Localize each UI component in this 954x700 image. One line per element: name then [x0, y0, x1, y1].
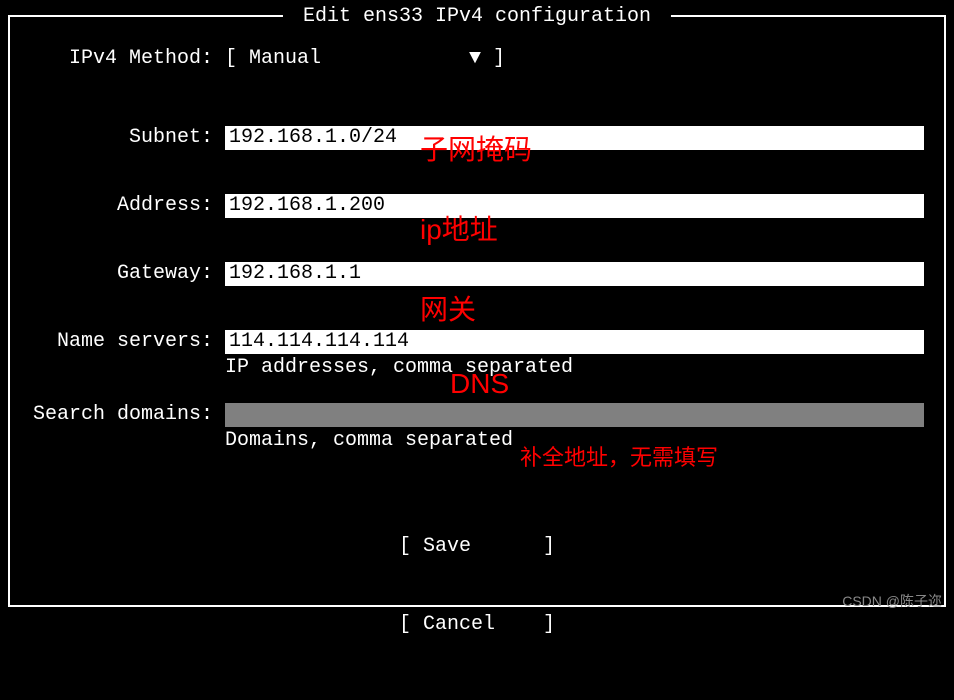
- button-area: [ Save ] [ Cancel ]: [30, 482, 924, 690]
- cancel-button[interactable]: [ Cancel ]: [30, 612, 924, 638]
- searchdomains-label: Search domains:: [30, 403, 225, 426]
- method-value: Manual: [249, 47, 469, 70]
- nameservers-row: Name servers: IP addresses, comma separa…: [30, 330, 924, 379]
- searchdomains-hint: Domains, comma separated: [225, 429, 924, 452]
- method-dropdown[interactable]: [ Manual ▼ ]: [225, 47, 924, 70]
- gateway-label: Gateway:: [30, 262, 225, 285]
- save-button[interactable]: [ Save ]: [30, 534, 924, 560]
- gateway-row: Gateway:: [30, 262, 924, 286]
- nameservers-hint: IP addresses, comma separated: [225, 356, 924, 379]
- subnet-label: Subnet:: [30, 126, 225, 149]
- method-value-area: [ Manual ▼ ]: [225, 47, 924, 70]
- address-label: Address:: [30, 194, 225, 217]
- address-row: Address:: [30, 194, 924, 218]
- subnet-row: Subnet:: [30, 126, 924, 150]
- bracket-open: [: [225, 47, 249, 70]
- gateway-input[interactable]: [225, 262, 924, 286]
- subnet-input[interactable]: [225, 126, 924, 150]
- bracket-close: ]: [481, 47, 505, 70]
- nameservers-input[interactable]: [225, 330, 924, 354]
- frame-title: Edit ens33 IPv4 configuration: [283, 5, 671, 28]
- dropdown-arrow-icon: ▼: [469, 47, 481, 70]
- method-row: IPv4 Method: [ Manual ▼ ]: [30, 47, 924, 70]
- watermark: CSDN @陈子迩: [842, 591, 942, 611]
- searchdomains-row: Search domains: Domains, comma separated: [30, 403, 924, 452]
- content-area: IPv4 Method: [ Manual ▼ ] Subnet: Addr: [10, 17, 944, 700]
- address-input[interactable]: [225, 194, 924, 218]
- nameservers-label: Name servers:: [30, 330, 225, 353]
- method-label: IPv4 Method:: [30, 47, 225, 70]
- searchdomains-input[interactable]: [225, 403, 924, 427]
- config-frame: Edit ens33 IPv4 configuration IPv4 Metho…: [8, 15, 946, 607]
